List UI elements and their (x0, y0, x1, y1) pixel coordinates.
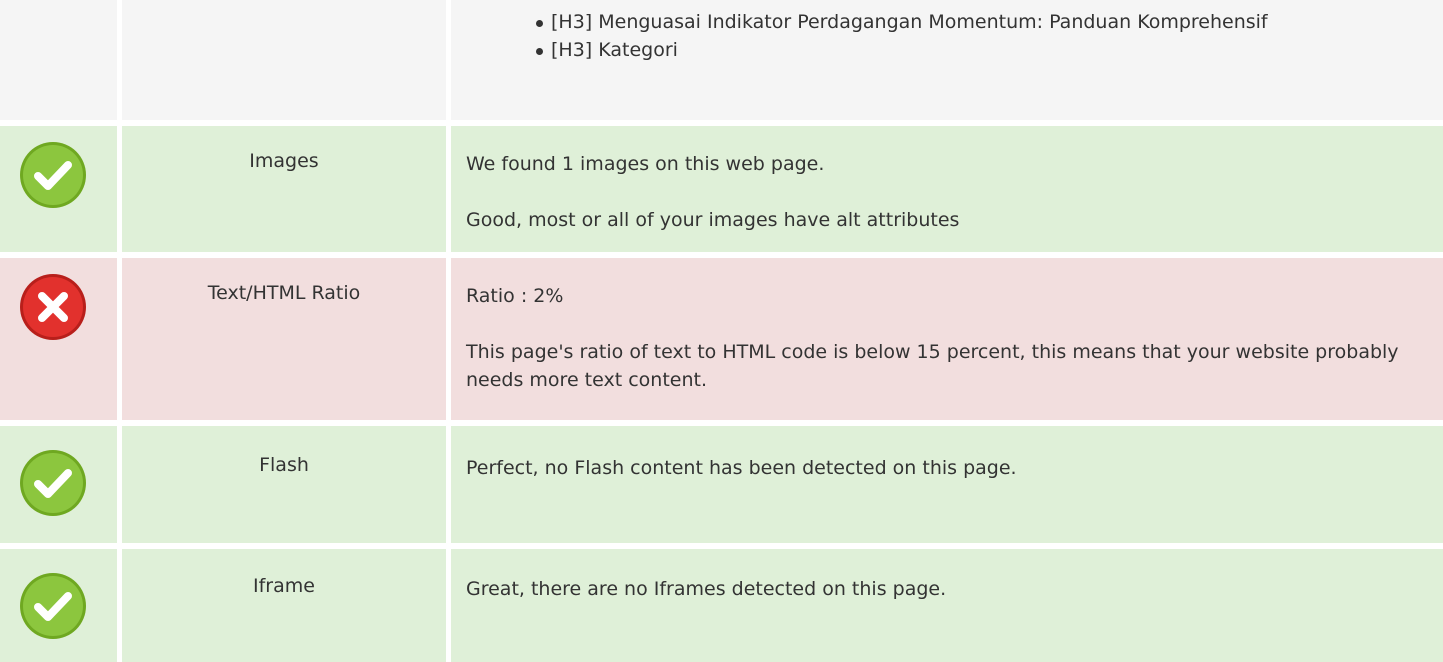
check-text: Ratio : 2% (466, 285, 564, 307)
check-text: Great, there are no Iframes detected on … (466, 578, 947, 600)
check-text: We found 1 images on this web page. (466, 153, 825, 175)
check-row-images: Images We found 1 images on this web pag… (0, 126, 1443, 252)
heading-item: [H3] Menguasai Indikator Perdagangan Mom… (536, 8, 1416, 36)
check-content: Great, there are no Iframes detected on … (451, 549, 1443, 662)
check-content: We found 1 images on this web page. Good… (451, 126, 1443, 252)
check-text: This page's ratio of text to HTML code i… (466, 341, 1399, 391)
heading-item: [H3] Kategori (536, 36, 1416, 64)
check-content: Perfect, no Flash content has been detec… (451, 426, 1443, 543)
check-text: Good, most or all of your images have al… (466, 209, 960, 231)
check-row-flash: Flash Perfect, no Flash content has been… (0, 426, 1443, 543)
check-label: Iframe (122, 549, 446, 662)
status-icon-cell (0, 258, 117, 420)
headings-label-cell (122, 0, 446, 120)
headings-list: [H3] Menguasai Indikator Perdagangan Mom… (451, 0, 1443, 64)
check-circle-icon (20, 142, 86, 208)
check-row-text-html-ratio: Text/HTML Ratio Ratio : 2% This page's r… (0, 258, 1443, 420)
headings-content-cell: [H3] Menguasai Indikator Perdagangan Mom… (451, 0, 1443, 120)
check-circle-icon (20, 450, 86, 516)
check-circle-icon (20, 573, 86, 639)
check-label: Text/HTML Ratio (122, 258, 446, 420)
status-icon-cell (0, 126, 117, 252)
error-circle-icon (20, 274, 86, 340)
check-row-iframe: Iframe Great, there are no Iframes detec… (0, 549, 1443, 662)
check-content: Ratio : 2% This page's ratio of text to … (451, 258, 1443, 420)
status-icon-cell (0, 426, 117, 543)
headings-icon-cell (0, 0, 117, 120)
check-label: Images (122, 126, 446, 252)
status-icon-cell (0, 549, 117, 662)
headings-row: [H3] Menguasai Indikator Perdagangan Mom… (0, 0, 1443, 120)
check-label: Flash (122, 426, 446, 543)
check-text: Perfect, no Flash content has been detec… (466, 457, 1017, 479)
